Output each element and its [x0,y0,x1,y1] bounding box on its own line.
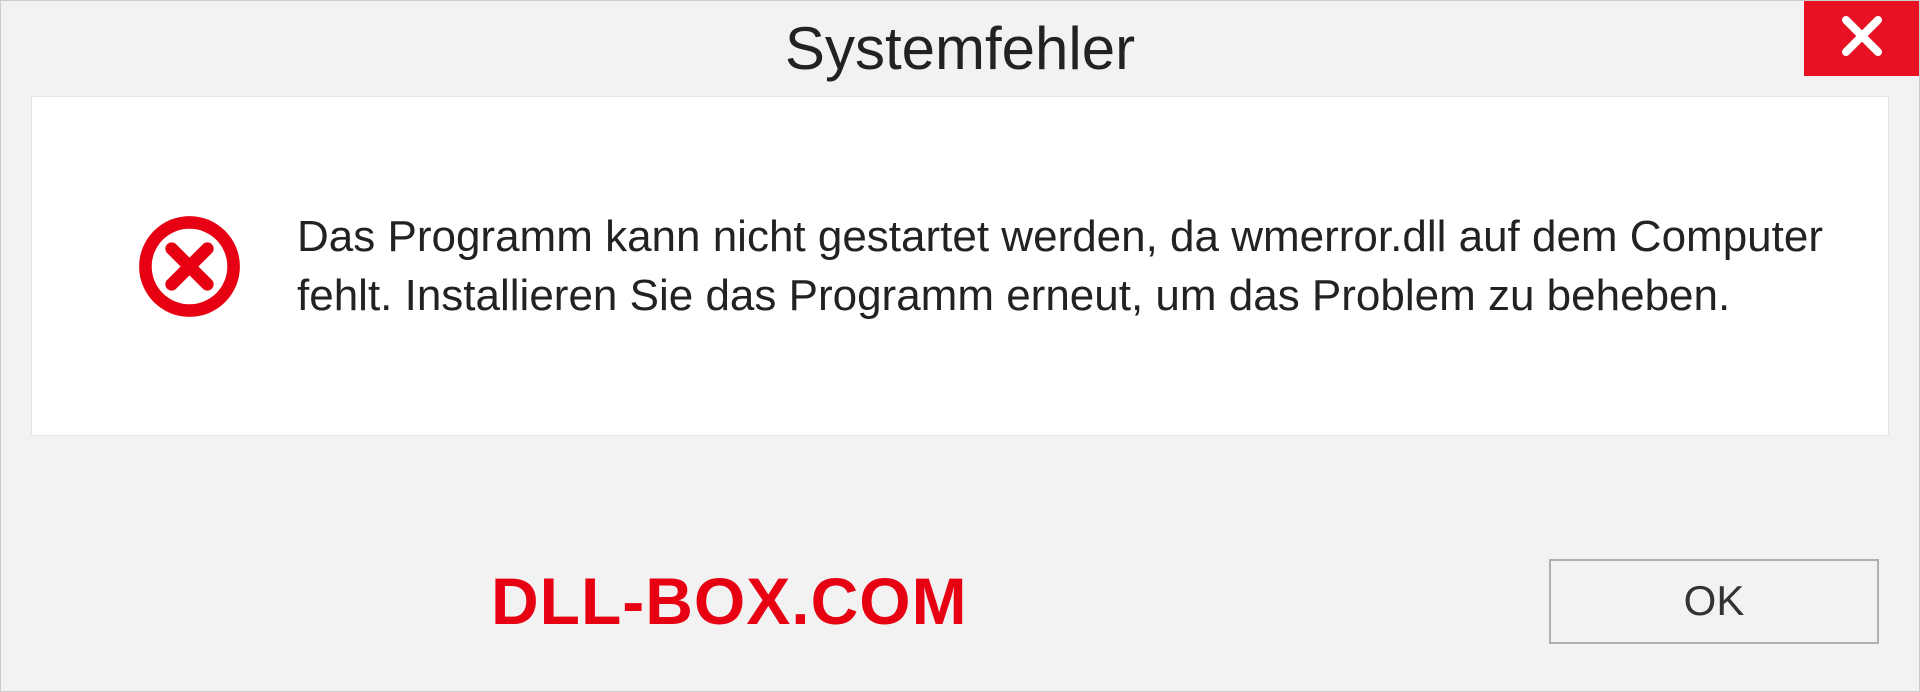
error-message: Das Programm kann nicht gestartet werden… [297,207,1828,326]
footer: DLL-BOX.COM OK [31,541,1889,661]
close-icon [1838,12,1886,65]
titlebar: Systemfehler [1,1,1919,96]
watermark-text: DLL-BOX.COM [491,563,968,639]
error-icon [137,214,242,319]
dialog-title: Systemfehler [785,14,1135,83]
close-button[interactable] [1804,1,1919,76]
content-panel: Das Programm kann nicht gestartet werden… [31,96,1889,436]
ok-button[interactable]: OK [1549,559,1879,644]
